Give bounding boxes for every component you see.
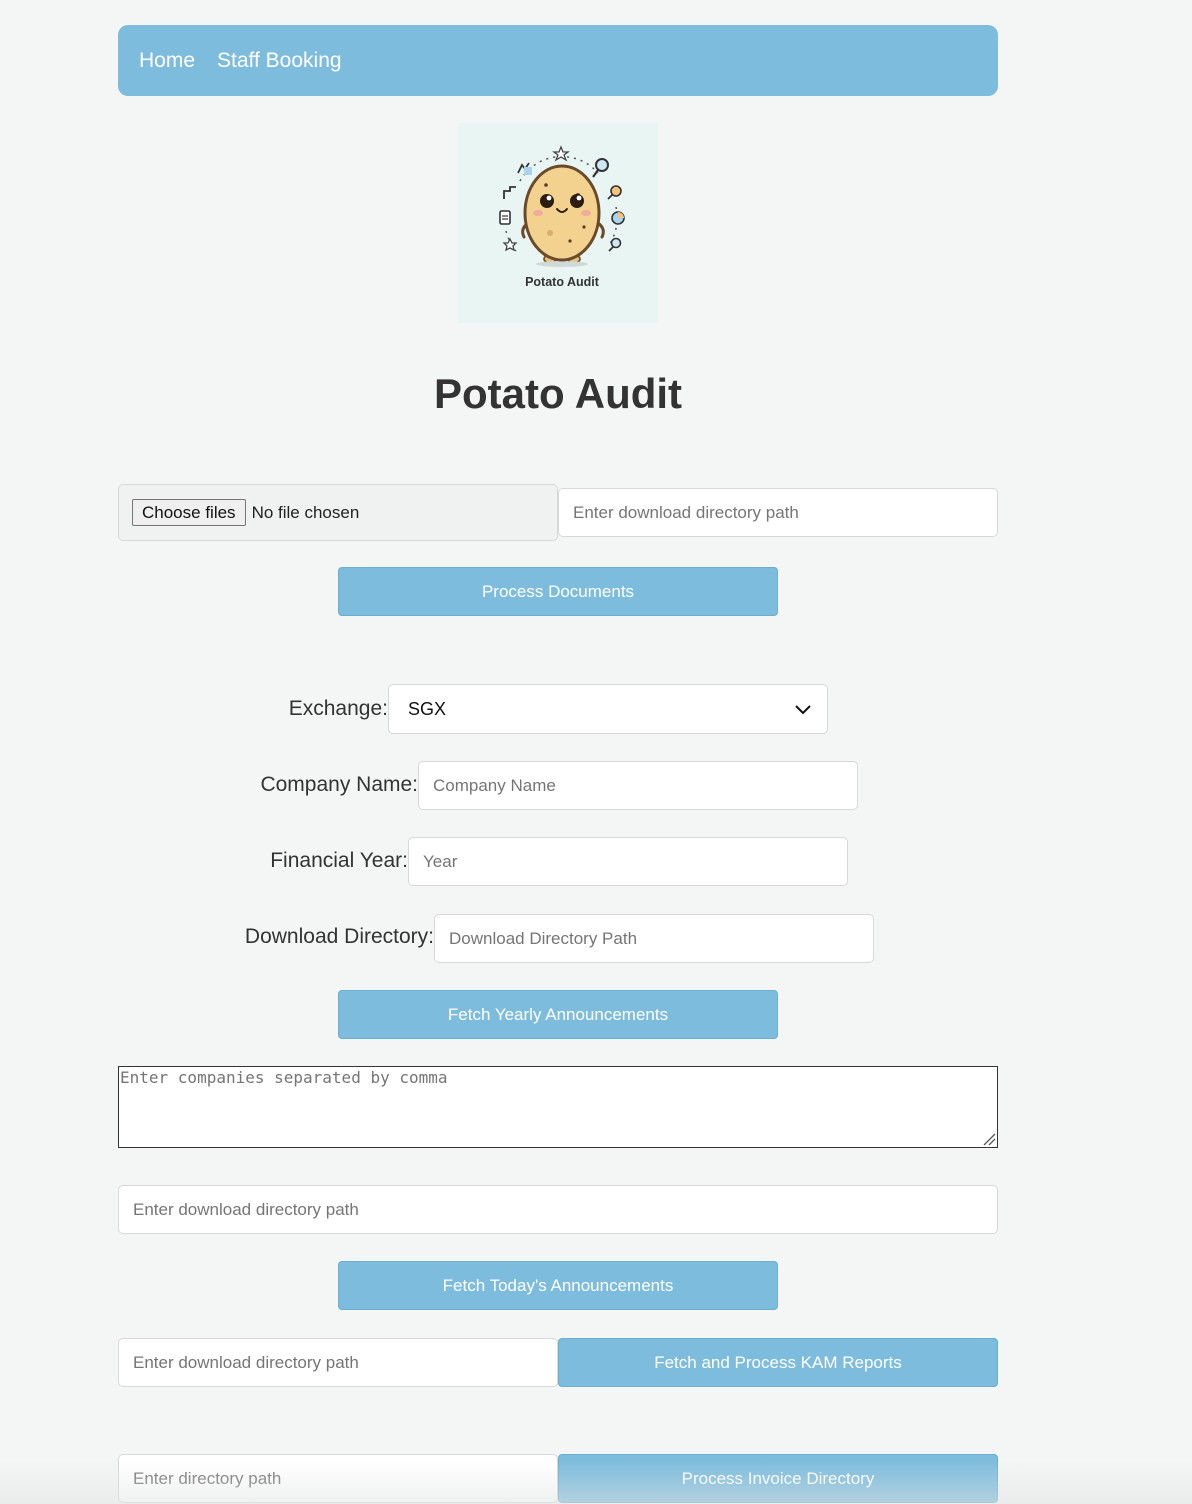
process-invoice-directory-button[interactable]: Process Invoice Directory	[558, 1454, 998, 1503]
exchange-label: Exchange:	[288, 697, 388, 720]
companies-textarea[interactable]	[118, 1066, 998, 1148]
file-upload-field: Choose files No file chosen	[118, 484, 558, 541]
kam-download-directory-input[interactable]	[118, 1338, 558, 1387]
fetch-yearly-announcements-button[interactable]: Fetch Yearly Announcements	[338, 990, 778, 1039]
potato-audit-logo: Potato Audit	[458, 123, 658, 323]
financial-year-label: Financial Year:	[270, 849, 408, 872]
resize-grip-icon[interactable]	[980, 1130, 996, 1146]
exchange-selected-value: SGX	[408, 698, 447, 719]
today-download-directory-input[interactable]	[118, 1185, 998, 1234]
process-download-directory-input[interactable]	[558, 488, 998, 537]
top-navbar: Home Staff Booking	[118, 25, 998, 96]
download-directory-input[interactable]	[434, 914, 874, 963]
exchange-select[interactable]: SGX	[388, 684, 828, 734]
fetch-todays-announcements-button[interactable]: Fetch Today's Announcements	[338, 1261, 778, 1310]
company-name-label: Company Name:	[260, 773, 418, 796]
file-status-text: No file chosen	[251, 502, 360, 522]
financial-year-input[interactable]	[408, 837, 848, 886]
nav-link-home[interactable]: Home	[139, 49, 195, 73]
company-name-input[interactable]	[418, 761, 858, 810]
invoice-directory-input[interactable]	[118, 1454, 558, 1503]
logo-caption: Potato Audit	[525, 275, 600, 289]
download-directory-label: Download Directory:	[244, 925, 434, 948]
page: Home Staff Booking Potato Audit Potato A…	[0, 0, 1192, 1504]
chevron-down-icon	[795, 705, 811, 715]
choose-files-button[interactable]: Choose files	[132, 499, 246, 526]
potato-mascot-icon: Potato Audit	[499, 145, 625, 289]
page-title: Potato Audit	[433, 370, 683, 417]
process-documents-button[interactable]: Process Documents	[338, 567, 778, 616]
nav-link-staff-booking[interactable]: Staff Booking	[217, 49, 342, 73]
fetch-kam-reports-button[interactable]: Fetch and Process KAM Reports	[558, 1338, 998, 1387]
